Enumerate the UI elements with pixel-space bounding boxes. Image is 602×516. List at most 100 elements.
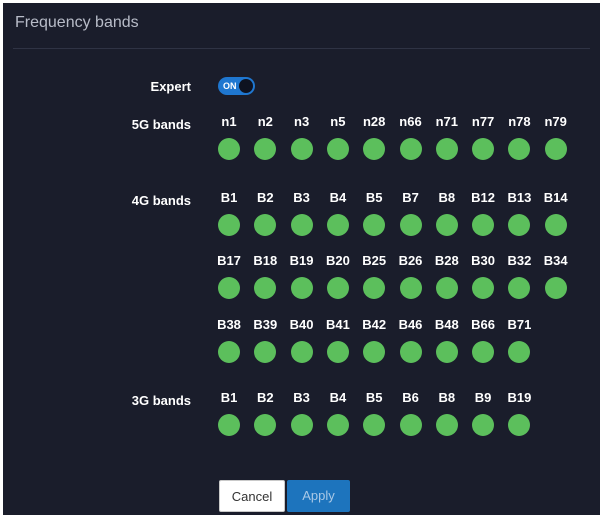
- group-label-3g: 3G bands: [131, 393, 191, 408]
- band-item: B18: [247, 253, 283, 305]
- band-label: B4: [329, 190, 347, 205]
- band-toggle-dot[interactable]: [363, 277, 386, 299]
- band-label: B40: [289, 317, 314, 332]
- band-label: B3: [293, 190, 310, 205]
- band-item: B46: [393, 317, 429, 369]
- band-item: B20: [320, 253, 356, 305]
- band-toggle-dot[interactable]: [435, 277, 458, 299]
- band-toggle-dot[interactable]: [290, 214, 313, 236]
- band-toggle-dot[interactable]: [399, 214, 422, 236]
- band-toggle-dot[interactable]: [544, 277, 567, 299]
- band-toggle-dot[interactable]: [326, 214, 349, 236]
- band-toggle-dot[interactable]: [472, 341, 495, 363]
- band-label: B14: [543, 190, 568, 205]
- band-item: B66: [465, 317, 501, 369]
- band-item: B38: [211, 317, 247, 369]
- band-toggle-dot[interactable]: [435, 138, 458, 160]
- band-label: n3: [294, 114, 310, 129]
- band-toggle-dot[interactable]: [435, 214, 458, 236]
- band-toggle-dot[interactable]: [399, 138, 422, 160]
- band-toggle-dot[interactable]: [290, 414, 313, 436]
- band-toggle-dot[interactable]: [399, 277, 422, 299]
- band-item: n71: [429, 114, 465, 166]
- band-label: B39: [253, 317, 278, 332]
- band-toggle-dot[interactable]: [508, 414, 531, 436]
- band-item: B9: [465, 390, 501, 442]
- band-toggle-dot[interactable]: [218, 341, 240, 363]
- band-item: B2: [247, 390, 283, 442]
- band-toggle-dot[interactable]: [290, 277, 313, 299]
- band-toggle-dot[interactable]: [218, 214, 240, 236]
- band-toggle-dot[interactable]: [254, 138, 277, 160]
- band-item: B32: [501, 253, 537, 305]
- band-item: n5: [320, 114, 356, 166]
- band-toggle-dot[interactable]: [326, 341, 349, 363]
- frequency-bands-panel: Frequency bands Expert ON 5G bands 4G ba…: [3, 3, 600, 515]
- band-label: B8: [438, 190, 456, 205]
- band-toggle-dot[interactable]: [326, 414, 349, 436]
- band-toggle-dot[interactable]: [254, 341, 277, 363]
- band-toggle-dot[interactable]: [399, 341, 422, 363]
- band-toggle-dot[interactable]: [508, 341, 531, 363]
- cancel-button[interactable]: Cancel: [219, 480, 285, 512]
- band-toggle-dot[interactable]: [218, 138, 240, 160]
- band-toggle-dot[interactable]: [218, 414, 240, 436]
- band-toggle-dot[interactable]: [290, 341, 313, 363]
- band-toggle-dot[interactable]: [363, 138, 386, 160]
- band-label: B19: [289, 253, 314, 268]
- band-label: B48: [434, 317, 459, 332]
- band-item: B5: [356, 390, 392, 442]
- expert-label: Expert: [150, 79, 191, 94]
- band-item: B5: [356, 190, 392, 242]
- band-toggle-dot[interactable]: [326, 138, 349, 160]
- band-toggle-dot[interactable]: [363, 414, 386, 436]
- band-toggle-dot[interactable]: [254, 214, 277, 236]
- band-item: B25: [356, 253, 392, 305]
- band-toggle-dot[interactable]: [254, 277, 277, 299]
- band-toggle-dot[interactable]: [544, 138, 567, 160]
- group-label-4g: 4G bands: [131, 193, 191, 208]
- band-toggle-dot[interactable]: [508, 214, 531, 236]
- band-toggle-dot[interactable]: [435, 414, 458, 436]
- band-item: B7: [393, 190, 429, 242]
- band-item: B71: [501, 317, 537, 369]
- band-item: B12: [465, 190, 501, 242]
- band-item: n66: [393, 114, 429, 166]
- band-toggle-dot[interactable]: [326, 277, 349, 299]
- band-item: B48: [429, 317, 465, 369]
- band-toggle-dot[interactable]: [472, 214, 495, 236]
- band-toggle-dot[interactable]: [472, 277, 495, 299]
- toggle-knob: [239, 79, 253, 93]
- band-label: B17: [217, 253, 241, 268]
- band-label: n2: [257, 114, 273, 129]
- expert-toggle[interactable]: ON: [218, 77, 255, 95]
- band-toggle-dot[interactable]: [363, 341, 386, 363]
- apply-button[interactable]: Apply: [287, 480, 350, 512]
- band-label: n1: [221, 114, 237, 129]
- band-label: B7: [402, 190, 419, 205]
- band-item: B41: [320, 317, 356, 369]
- band-item: B30: [465, 253, 501, 305]
- band-toggle-dot[interactable]: [290, 138, 313, 160]
- band-item: n79: [538, 114, 574, 166]
- band-toggle-dot[interactable]: [472, 138, 495, 160]
- band-label: B13: [507, 190, 532, 205]
- band-label: n66: [399, 114, 422, 129]
- band-toggle-dot[interactable]: [363, 214, 386, 236]
- band-toggle-dot[interactable]: [508, 138, 531, 160]
- band-label: n28: [362, 114, 386, 129]
- band-label: B8: [438, 390, 456, 405]
- band-label: B5: [365, 390, 383, 405]
- band-label: B42: [362, 317, 387, 332]
- band-toggle-dot[interactable]: [435, 341, 458, 363]
- band-label: B34: [543, 253, 568, 268]
- band-toggle-dot[interactable]: [472, 414, 495, 436]
- band-toggle-dot[interactable]: [218, 277, 240, 299]
- band-item: B39: [247, 317, 283, 369]
- band-toggle-dot[interactable]: [254, 414, 277, 436]
- band-toggle-dot[interactable]: [399, 414, 422, 436]
- band-toggle-dot[interactable]: [508, 277, 531, 299]
- band-toggle-dot[interactable]: [544, 214, 567, 236]
- band-item: B40: [284, 317, 320, 369]
- title-divider: [13, 48, 590, 49]
